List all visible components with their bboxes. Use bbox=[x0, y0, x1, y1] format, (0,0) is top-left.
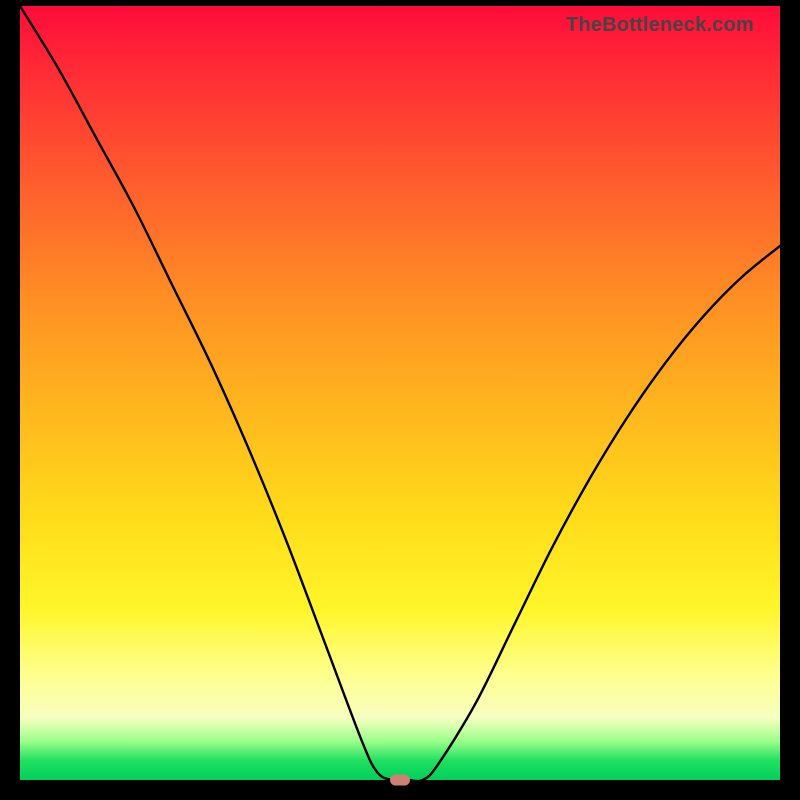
plot-area: TheBottleneck.com bbox=[20, 6, 780, 780]
chart-frame: TheBottleneck.com bbox=[0, 0, 800, 800]
optimum-marker bbox=[390, 775, 410, 786]
bottleneck-curve bbox=[20, 6, 780, 780]
